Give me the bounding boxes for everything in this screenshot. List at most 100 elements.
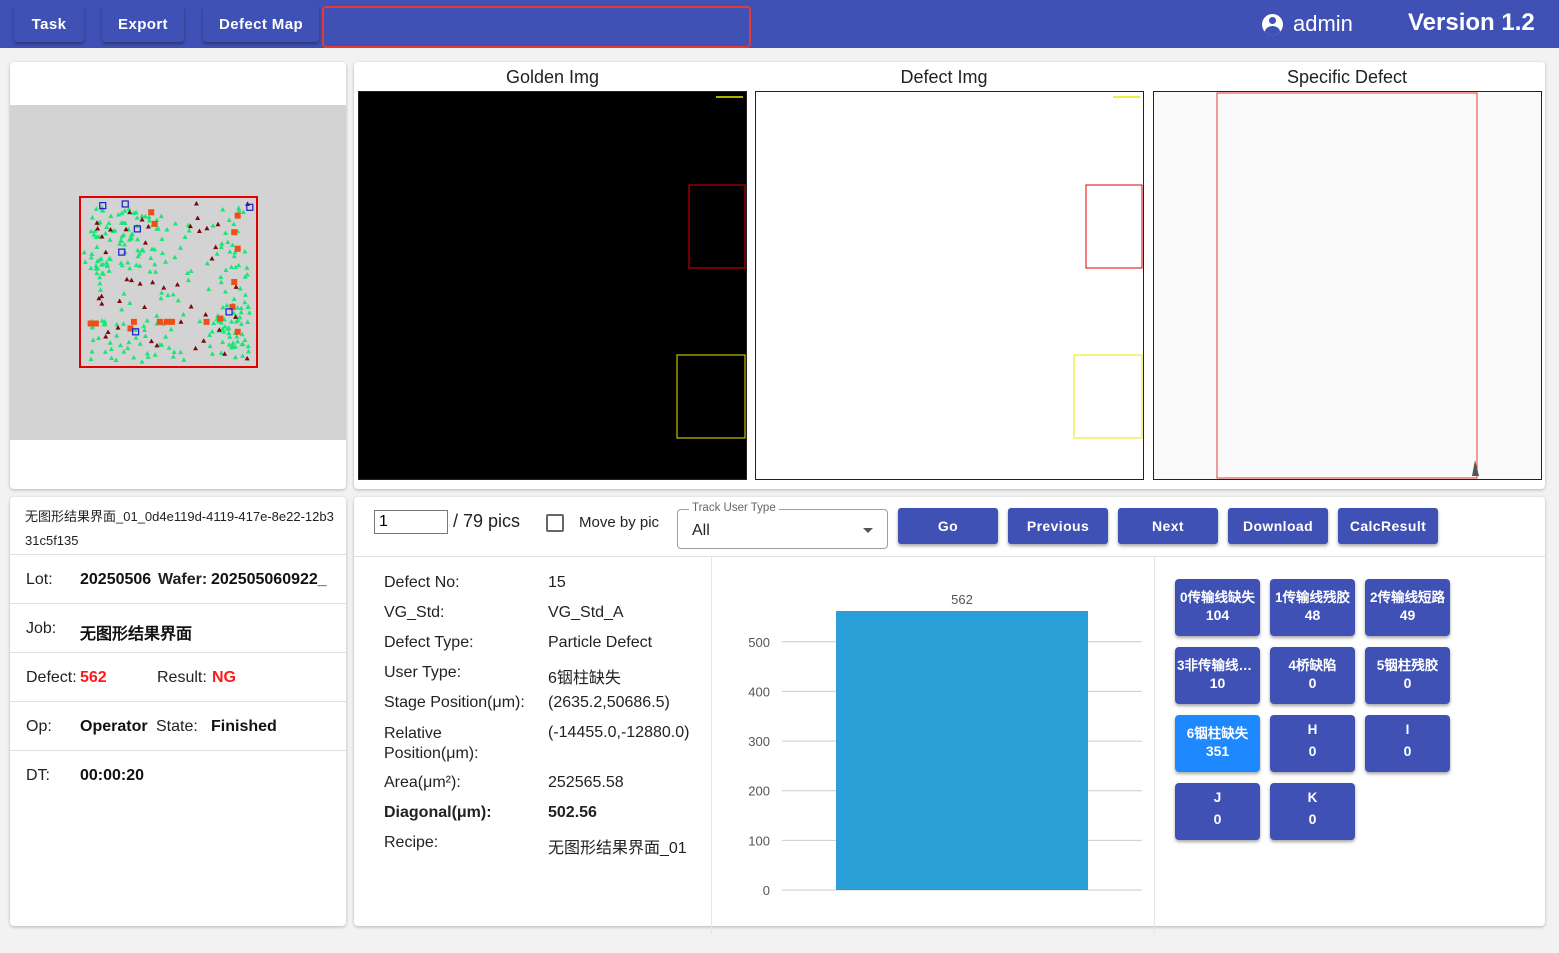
defect-marker bbox=[148, 338, 154, 344]
user-type-button[interactable]: 4桥缺陷 0 bbox=[1270, 647, 1355, 704]
defect-marker bbox=[103, 249, 109, 255]
detail-label: Relative Position(μm): bbox=[384, 725, 479, 762]
user-type-button[interactable]: 5铟柱残胶 0 bbox=[1365, 647, 1450, 704]
user-type-button[interactable]: H0 bbox=[1270, 715, 1355, 772]
golden-image[interactable] bbox=[358, 91, 747, 480]
defect-marker bbox=[175, 297, 181, 303]
user-type-button[interactable]: 1传输线残胶 48 bbox=[1270, 579, 1355, 636]
result-label: Result: bbox=[157, 669, 207, 686]
defect-marker bbox=[159, 290, 165, 295]
wafer-map-canvas[interactable] bbox=[10, 105, 346, 440]
wafer-map[interactable] bbox=[10, 105, 346, 440]
user-type-button[interactable]: 2传输线短路 49 bbox=[1365, 579, 1450, 636]
user-type-button[interactable]: I0 bbox=[1365, 715, 1450, 772]
track-user-type-value: All bbox=[692, 522, 710, 539]
defect-marker bbox=[106, 268, 112, 273]
account-circle-icon bbox=[1262, 13, 1283, 35]
defect-marker bbox=[224, 302, 230, 308]
track-user-type-label: Track User Type bbox=[689, 502, 779, 514]
defect-map-button[interactable]: Defect Map bbox=[203, 6, 319, 42]
defect-marker bbox=[204, 260, 210, 266]
defect-marker bbox=[240, 353, 246, 358]
defect-marker bbox=[142, 240, 148, 245]
defect-marker bbox=[150, 279, 156, 285]
user-type-count: 10 bbox=[1209, 675, 1226, 691]
defect-image[interactable] bbox=[755, 91, 1144, 480]
defect-marker bbox=[128, 277, 134, 283]
defect-marker bbox=[235, 338, 241, 344]
defect-marker bbox=[90, 337, 96, 342]
defect-marker bbox=[170, 354, 176, 359]
next-button[interactable]: Next bbox=[1118, 508, 1218, 544]
defect-marker bbox=[107, 237, 113, 242]
defect-marker bbox=[163, 334, 169, 339]
defect-marker bbox=[95, 226, 101, 231]
defect-marker bbox=[104, 224, 110, 229]
defect-marker bbox=[203, 312, 209, 317]
images-card: Golden Img Defect Img Specific Defect bbox=[354, 62, 1545, 489]
op-state-row: Op: Operator State: Finished bbox=[10, 701, 346, 750]
user-type-count: 0 bbox=[1403, 743, 1412, 759]
user-type-name: I bbox=[1405, 722, 1410, 737]
user-type-button[interactable]: 3非传输线缺陷 10 bbox=[1175, 647, 1260, 704]
task-button[interactable]: Task bbox=[14, 6, 84, 42]
defect-marker bbox=[214, 251, 220, 256]
detail-value: 502.56 bbox=[548, 804, 597, 821]
highlighted-empty-field[interactable] bbox=[322, 6, 751, 48]
defect-marker bbox=[159, 236, 165, 241]
defect-marker bbox=[159, 250, 165, 256]
defect-marker bbox=[139, 359, 145, 364]
user-menu[interactable]: admin bbox=[1262, 10, 1353, 38]
detail-label: Area(μm²): bbox=[384, 774, 461, 791]
defect-marker bbox=[93, 206, 99, 211]
user-type-button[interactable]: 0传输线缺失 104 bbox=[1175, 579, 1260, 636]
user-type-button[interactable]: J0 bbox=[1175, 783, 1260, 840]
move-by-pic-checkbox[interactable] bbox=[546, 514, 564, 532]
defect-marker bbox=[144, 317, 150, 323]
user-type-name: 4桥缺陷 bbox=[1288, 658, 1337, 673]
defect-marker bbox=[229, 264, 235, 270]
defect-marker bbox=[108, 355, 114, 360]
defect-marker bbox=[195, 215, 201, 221]
state-label: State: bbox=[156, 718, 198, 735]
detail-label: Defect Type: bbox=[384, 634, 474, 651]
previous-button[interactable]: Previous bbox=[1008, 508, 1108, 544]
specific-defect-box bbox=[1216, 92, 1478, 479]
go-button[interactable]: Go bbox=[898, 508, 998, 544]
defect-marker bbox=[231, 229, 238, 236]
export-button[interactable]: Export bbox=[102, 6, 184, 42]
defect-marker bbox=[234, 245, 241, 252]
download-button[interactable]: Download bbox=[1228, 508, 1328, 544]
defect-marker bbox=[148, 255, 154, 261]
defect-marker bbox=[232, 354, 238, 360]
defect-marker bbox=[88, 265, 94, 271]
defect-marker bbox=[246, 310, 252, 315]
defect-marker bbox=[231, 296, 237, 302]
wafer-value: 202505060922_ bbox=[211, 571, 327, 588]
defect-marker bbox=[99, 318, 105, 323]
defect-marker bbox=[142, 333, 148, 338]
result-value: NG bbox=[212, 669, 236, 686]
defect-marker bbox=[230, 242, 236, 248]
detail-value: 6铟柱缺失 bbox=[548, 670, 621, 687]
lot-label: Lot: bbox=[26, 571, 53, 588]
user-type-name: 2传输线短路 bbox=[1369, 590, 1445, 605]
track-user-type-select[interactable]: Track User Type All bbox=[677, 502, 888, 549]
defect-marker bbox=[217, 315, 224, 322]
user-type-button[interactable]: K0 bbox=[1270, 783, 1355, 840]
divider bbox=[1154, 557, 1155, 934]
y-tick-label: 500 bbox=[748, 635, 770, 650]
calc-result-button[interactable]: CalcResult bbox=[1338, 508, 1438, 544]
defect-marker bbox=[242, 248, 248, 254]
user-type-button[interactable]: 6铟柱缺失 351 bbox=[1175, 715, 1260, 772]
chart-bar[interactable] bbox=[836, 611, 1088, 890]
detail-value: Particle Defect bbox=[548, 634, 653, 651]
defect-count: 562 bbox=[80, 669, 107, 686]
defect-marker bbox=[142, 213, 148, 219]
specific-defect-image[interactable] bbox=[1153, 91, 1542, 480]
defect-result-row: Defect: 562 Result: NG bbox=[10, 652, 346, 701]
page-number-input[interactable] bbox=[374, 510, 448, 534]
detail-label: VG_Std: bbox=[384, 604, 445, 621]
defect-marker bbox=[126, 339, 132, 345]
y-tick-label: 100 bbox=[748, 833, 770, 848]
